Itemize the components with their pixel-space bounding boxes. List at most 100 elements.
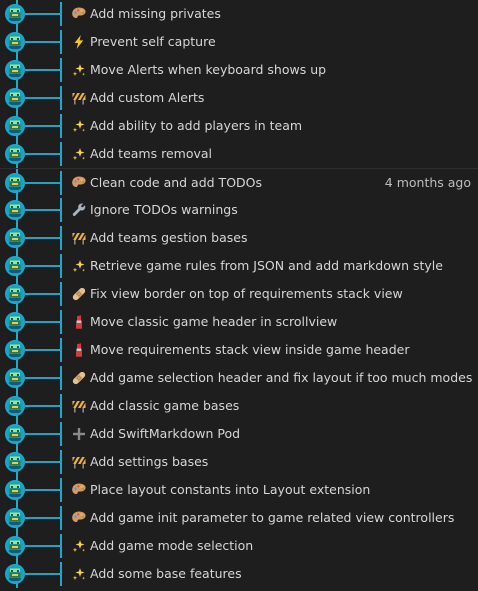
branch-lane-bar [60, 171, 62, 195]
graph-connector [25, 573, 61, 575]
branch-lane-bar [60, 450, 62, 474]
commit-row[interactable]: Add custom Alerts [0, 84, 478, 112]
graph-connector [25, 517, 61, 519]
bandage-icon [70, 369, 88, 387]
graph-connector [25, 69, 61, 71]
commit-row[interactable]: Clean code and add TODOs 4 months ago [0, 168, 478, 197]
commit-message: Add settings bases [90, 454, 209, 469]
branch-lane-bar [60, 254, 62, 278]
commit-date: 4 months ago [384, 175, 471, 190]
graph-connector [25, 125, 61, 127]
lipstick-icon [70, 313, 88, 331]
commit-message: Add teams removal [90, 146, 212, 161]
graph-connector [25, 321, 61, 323]
graph-connector [25, 349, 61, 351]
commit-message: Add game selection header and fix layout… [90, 370, 473, 385]
graph-connector [25, 293, 61, 295]
branch-lane-bar [60, 30, 62, 54]
commit-row[interactable]: Add classic game bases [0, 392, 478, 420]
commit-row[interactable]: Add ability to add players in team [0, 112, 478, 140]
branch-lane-bar [60, 338, 62, 362]
author-avatar [5, 200, 25, 220]
author-avatar [5, 88, 25, 108]
commit-message: Add custom Alerts [90, 90, 205, 105]
branch-lane-bar [60, 562, 62, 586]
commit-row[interactable]: Add settings bases [0, 448, 478, 476]
commit-message: Ignore TODOs warnings [90, 202, 238, 217]
commit-message: Place layout constants into Layout exten… [90, 482, 371, 497]
commit-message: Add some base features [90, 566, 242, 581]
graph-connector [25, 13, 61, 15]
commit-row[interactable]: Add game init parameter to game related … [0, 504, 478, 532]
author-avatar [5, 173, 25, 193]
author-avatar [5, 368, 25, 388]
commit-row[interactable]: Place layout constants into Layout exten… [0, 476, 478, 504]
commit-row[interactable]: Add teams gestion bases [0, 224, 478, 252]
sparkles-icon [70, 565, 88, 583]
commit-row[interactable]: Add SwiftMarkdown Pod [0, 420, 478, 448]
art-palette-icon [70, 5, 88, 23]
graph-connector [25, 237, 61, 239]
author-avatar [5, 312, 25, 332]
graph-connector [25, 377, 61, 379]
commit-row[interactable]: Move Alerts when keyboard shows up [0, 56, 478, 84]
author-avatar [5, 144, 25, 164]
branch-lane-bar [60, 478, 62, 502]
graph-connector [25, 489, 61, 491]
commit-message: Add missing privates [90, 6, 221, 21]
plus-icon [70, 425, 88, 443]
commit-message: Retrieve game rules from JSON and add ma… [90, 258, 443, 273]
sparkles-icon [70, 117, 88, 135]
author-avatar [5, 508, 25, 528]
zap-icon [70, 33, 88, 51]
graph-connector [25, 405, 61, 407]
commit-row[interactable]: Ignore TODOs warnings [0, 196, 478, 224]
lipstick-icon [70, 341, 88, 359]
branch-lane-bar [60, 366, 62, 390]
commit-row[interactable]: Add missing privates [0, 0, 478, 28]
commit-message: Add ability to add players in team [90, 118, 303, 133]
graph-connector [25, 209, 61, 211]
commit-row[interactable]: Move requirements stack view inside game… [0, 336, 478, 364]
wrench-icon [70, 201, 88, 219]
author-avatar [5, 424, 25, 444]
commit-row[interactable]: Add some base features [0, 560, 478, 588]
author-avatar [5, 452, 25, 472]
author-avatar [5, 60, 25, 80]
graph-connector [25, 433, 61, 435]
branch-lane-bar [60, 506, 62, 530]
branch-lane-bar [60, 310, 62, 334]
construction-icon [70, 229, 88, 247]
author-avatar [5, 340, 25, 360]
author-avatar [5, 536, 25, 556]
sparkles-icon [70, 257, 88, 275]
commit-message: Add game mode selection [90, 538, 254, 553]
branch-lane-bar [60, 394, 62, 418]
branch-lane-bar [60, 86, 62, 110]
commit-message: Prevent self capture [90, 34, 216, 49]
commit-row[interactable]: Fix view border on top of requirements s… [0, 280, 478, 308]
author-avatar [5, 116, 25, 136]
branch-lane-bar [60, 58, 62, 82]
commit-row[interactable]: Add game selection header and fix layout… [0, 364, 478, 392]
construction-icon [70, 453, 88, 471]
branch-lane-bar [60, 142, 62, 166]
author-avatar [5, 256, 25, 276]
sparkles-icon [70, 145, 88, 163]
commit-message: Add teams gestion bases [90, 230, 248, 245]
sparkles-icon [70, 61, 88, 79]
author-avatar [5, 32, 25, 52]
author-avatar [5, 564, 25, 584]
commit-row[interactable]: Retrieve game rules from JSON and add ma… [0, 252, 478, 280]
commit-row[interactable]: Add game mode selection [0, 532, 478, 560]
author-avatar [5, 284, 25, 304]
graph-connector [25, 545, 61, 547]
author-avatar [5, 396, 25, 416]
commit-row[interactable]: Move classic game header in scrollview [0, 308, 478, 336]
commit-row[interactable]: Add teams removal [0, 140, 478, 168]
commit-history-list: Add missing privates Prevent self capture… [0, 0, 478, 591]
branch-lane-bar [60, 422, 62, 446]
commit-message: Move classic game header in scrollview [90, 314, 338, 329]
commit-row[interactable]: Prevent self capture [0, 28, 478, 56]
branch-lane-bar [60, 2, 62, 26]
